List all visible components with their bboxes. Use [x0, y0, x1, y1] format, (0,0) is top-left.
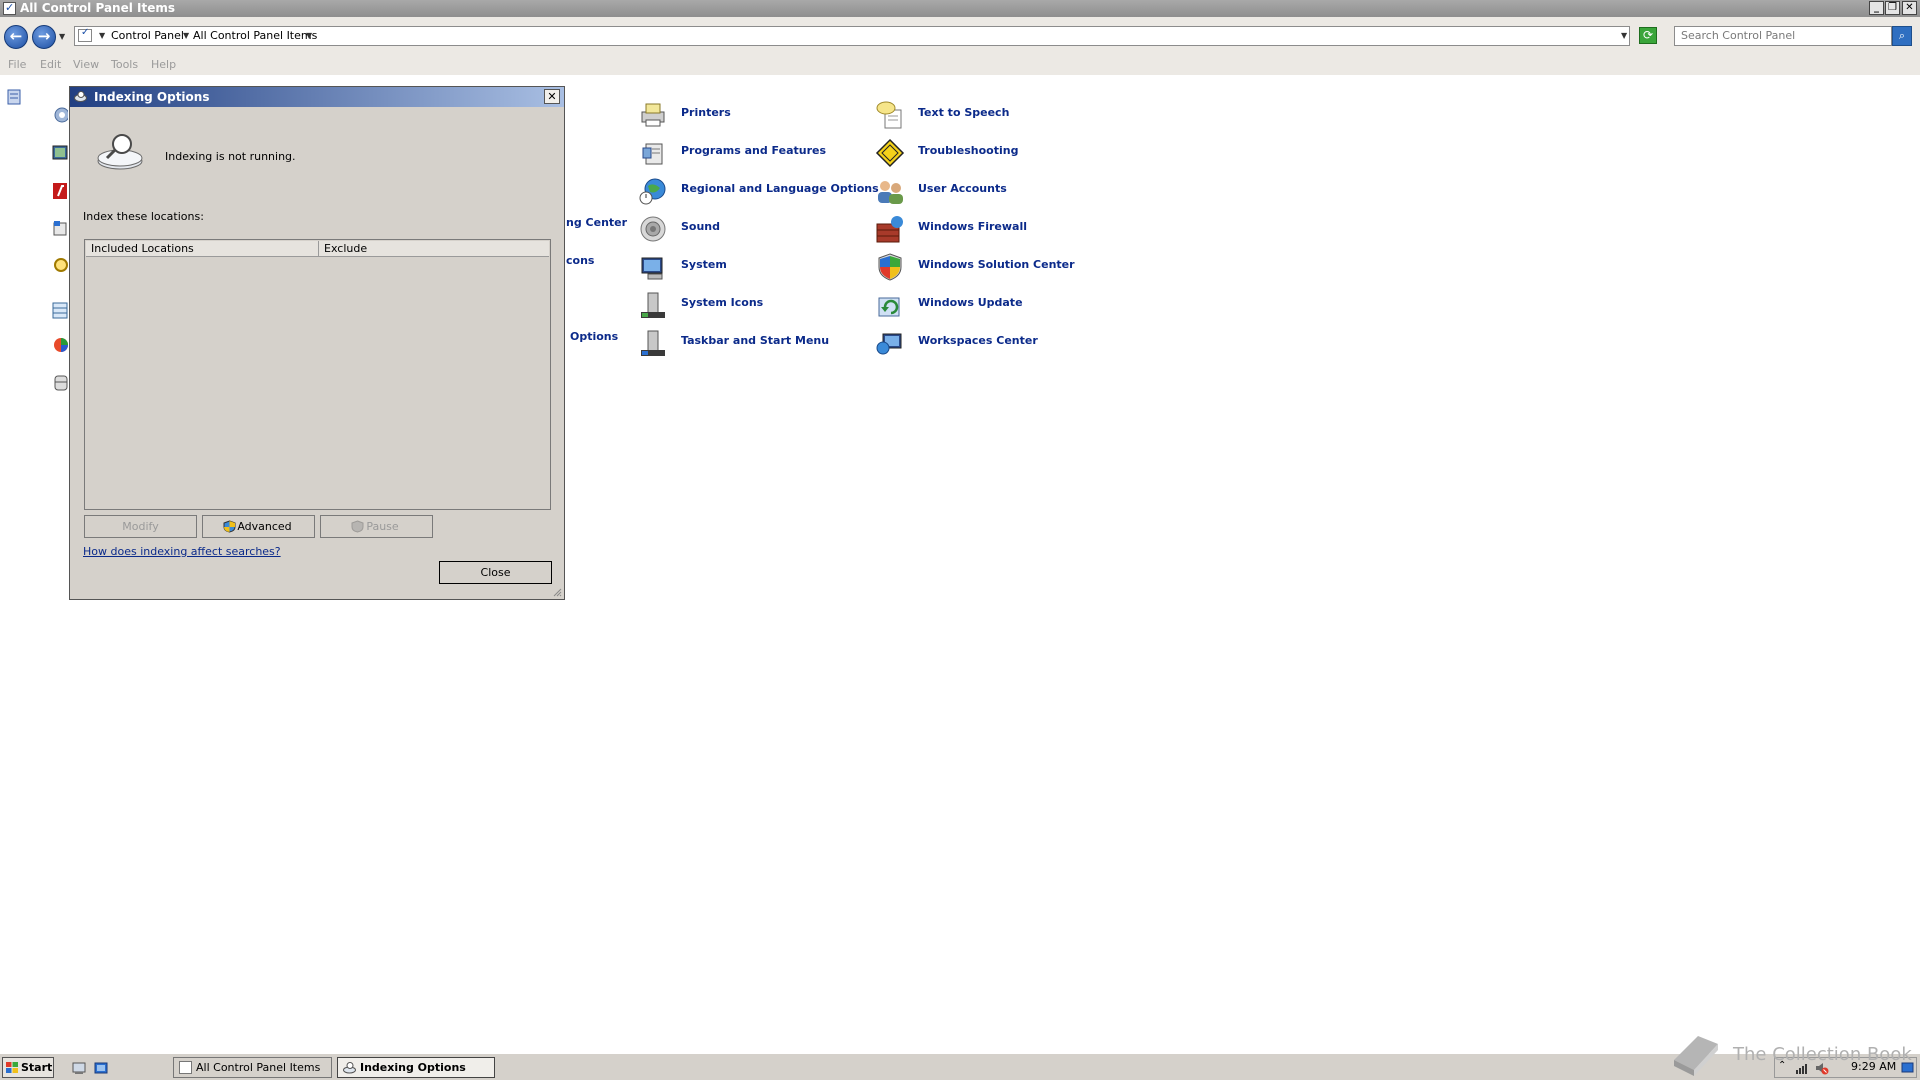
column-exclude[interactable]: Exclude — [319, 241, 549, 256]
taskbar-icon — [641, 330, 665, 356]
indexing-icon — [343, 1062, 356, 1074]
chevron-down-icon[interactable]: ▼ — [306, 31, 312, 40]
menu-file[interactable]: File — [8, 58, 26, 71]
partial-item-label[interactable]: cons — [566, 254, 594, 267]
indexing-status-text: Indexing is not running. — [165, 150, 296, 163]
menu-view[interactable]: View — [73, 58, 99, 71]
color-icon[interactable] — [50, 335, 68, 355]
search-button[interactable]: ⌕ — [1892, 26, 1912, 46]
chevron-down-icon[interactable]: ▼ — [183, 31, 189, 40]
firewall-icon — [876, 216, 903, 243]
windows-flag-icon — [6, 1062, 18, 1073]
system-icon — [641, 257, 663, 280]
breadcrumb-control-panel[interactable]: Control Panel — [111, 29, 184, 42]
restore-button[interactable]: ❐ — [1885, 1, 1900, 15]
mouse-icon[interactable] — [50, 372, 68, 392]
address-dropdown-icon[interactable]: ▼ — [1621, 31, 1627, 40]
system-icons-icon — [641, 292, 665, 318]
pause-button[interactable]: Pause — [320, 515, 433, 538]
view-icon[interactable] — [6, 88, 24, 108]
gear-icon[interactable] — [50, 104, 68, 124]
troubleshoot-icon — [875, 138, 905, 168]
menu-help[interactable]: Help — [151, 58, 176, 71]
window-title: All Control Panel Items — [20, 1, 176, 15]
resize-grip[interactable] — [552, 587, 562, 597]
speech-icon — [876, 101, 902, 129]
control-panel-icon — [3, 0, 16, 16]
menu-tools[interactable]: Tools — [111, 58, 138, 71]
menu-bar: File Edit View Tools Help — [0, 55, 1920, 75]
flash-icon[interactable] — [50, 181, 68, 201]
refresh-button[interactable]: ⟳ — [1639, 27, 1657, 44]
uac-shield-icon — [351, 520, 364, 533]
calculator-icon[interactable] — [50, 300, 68, 320]
update-icon — [878, 297, 900, 317]
printer-icon — [641, 103, 665, 127]
locations-list[interactable]: Included Locations Exclude — [84, 239, 551, 510]
list-header: Included Locations Exclude — [86, 241, 549, 257]
taskbar: Start All Control Panel Items Indexing O… — [0, 1053, 1920, 1080]
dialog-close-icon[interactable]: ✕ — [544, 89, 560, 104]
users-icon — [878, 181, 903, 204]
task-indexing-options[interactable]: Indexing Options — [337, 1057, 495, 1078]
column-included-locations[interactable]: Included Locations — [86, 241, 319, 256]
partial-item-label[interactable]: ng Center — [566, 216, 627, 229]
show-desktop-icon[interactable] — [72, 1061, 86, 1075]
chevron-down-icon[interactable]: ▼ — [99, 31, 105, 40]
search-input[interactable]: Search Control Panel — [1674, 26, 1892, 46]
close-button[interactable]: Close — [439, 561, 552, 584]
indexing-help-link[interactable]: How does indexing affect searches? — [83, 545, 281, 558]
recent-pages-dropdown-icon[interactable]: ▼ — [59, 32, 65, 41]
menu-edit[interactable]: Edit — [40, 58, 61, 71]
address-toolbar: ← → ▼ ▼ Control Panel ▼ All Control Pane… — [0, 17, 1920, 56]
search-icon[interactable] — [50, 256, 68, 276]
back-button[interactable]: ← — [4, 25, 28, 49]
control-panel-icon — [179, 1061, 192, 1074]
book-logo-icon — [1674, 1036, 1718, 1076]
control-panel-icon — [78, 27, 92, 42]
globe-clock-icon — [639, 178, 666, 205]
index-locations-label: Index these locations: — [83, 210, 204, 223]
close-window-button[interactable]: ✕ — [1902, 1, 1917, 15]
start-button[interactable]: Start — [2, 1057, 54, 1078]
programs-icon[interactable] — [50, 219, 68, 239]
watermark-text: The Collection Book — [1733, 1044, 1912, 1065]
dialog-title: Indexing Options — [94, 90, 210, 104]
programs-icon — [642, 143, 663, 165]
workspaces-icon — [876, 333, 902, 355]
shield-icon — [878, 253, 902, 281]
quick-launch-icon[interactable] — [94, 1061, 108, 1075]
minimize-button[interactable]: _ — [1869, 1, 1884, 15]
modify-button[interactable]: Modify — [84, 515, 197, 538]
task-all-control-panel-items[interactable]: All Control Panel Items — [173, 1057, 332, 1078]
forward-button[interactable]: → — [32, 25, 56, 49]
dialog-titlebar[interactable]: Indexing Options ✕ — [70, 87, 564, 107]
speaker-icon — [640, 216, 666, 242]
partial-item-label[interactable]: Options — [570, 330, 618, 343]
breadcrumb-all-items[interactable]: All Control Panel Items — [193, 29, 317, 42]
indexing-icon — [74, 91, 87, 102]
window-titlebar[interactable]: All Control Panel Items _ ❐ ✕ — [0, 0, 1920, 17]
indexing-options-dialog: Indexing Options ✕ Indexing is not runni… — [69, 86, 565, 600]
display-icon[interactable] — [50, 143, 68, 163]
uac-shield-icon — [223, 520, 236, 533]
indexing-status-icon — [97, 134, 143, 170]
advanced-button[interactable]: Advanced — [202, 515, 315, 538]
address-bar[interactable]: ▼ Control Panel ▼ All Control Panel Item… — [74, 26, 1630, 46]
